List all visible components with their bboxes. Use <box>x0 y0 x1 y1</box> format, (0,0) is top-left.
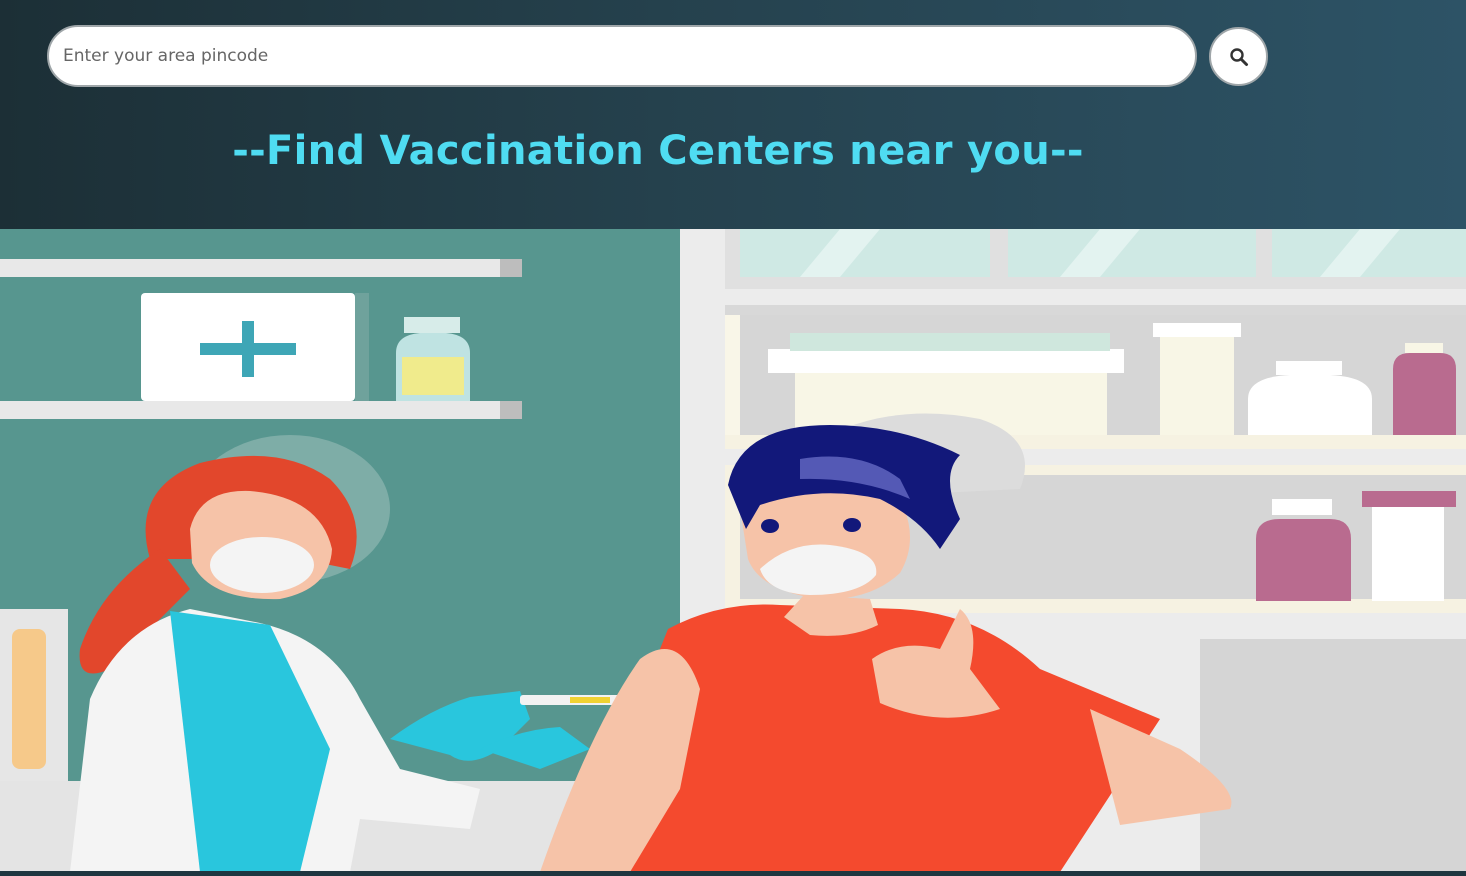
pincode-search-input[interactable] <box>47 25 1197 87</box>
vaccination-illustration <box>0 229 1466 872</box>
vaccination-illustration-graphic <box>0 229 1466 872</box>
search-icon <box>1229 47 1248 66</box>
header: --Find Vaccination Centers near you-- <box>0 0 1466 229</box>
bottom-border <box>0 871 1466 876</box>
page-headline: --Find Vaccination Centers near you-- <box>232 128 1084 174</box>
search-button[interactable] <box>1209 27 1268 86</box>
